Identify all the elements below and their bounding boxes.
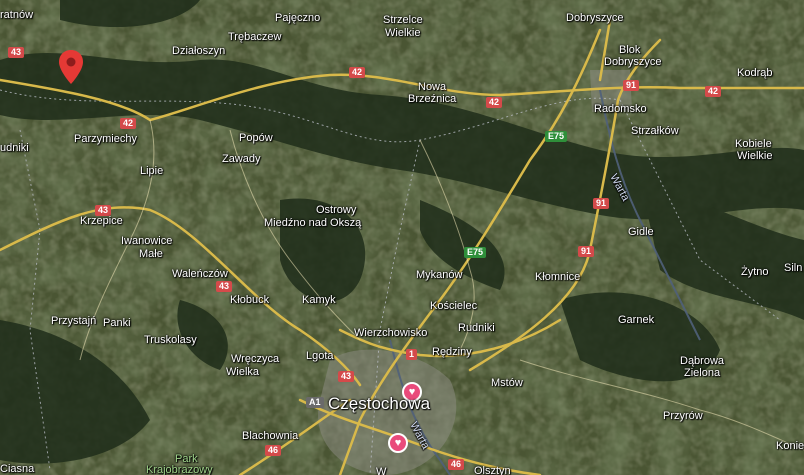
place-label[interactable]: Żytno <box>741 266 769 278</box>
place-label[interactable]: udniki <box>0 142 29 154</box>
road-shield-46: 46 <box>265 445 282 456</box>
road-shield-42: 42 <box>120 118 137 129</box>
place-label[interactable]: Rudniki <box>458 322 495 334</box>
place-label[interactable]: Lipie <box>140 165 163 177</box>
place-label[interactable]: Olsztyn <box>474 465 511 475</box>
place-label[interactable]: Mstów <box>491 377 523 389</box>
road-shield-42: 42 <box>486 97 503 108</box>
road-shield-42: 42 <box>349 67 366 78</box>
place-label[interactable]: Kodrąb <box>737 67 772 79</box>
road-shield-43: 43 <box>338 371 355 382</box>
road-shield-42: 42 <box>705 86 722 97</box>
place-label[interactable]: Wielkie <box>737 150 772 162</box>
place-label[interactable]: Konie <box>776 440 804 452</box>
place-label[interactable]: Krzepice <box>80 215 123 227</box>
place-label[interactable]: W <box>376 466 386 475</box>
place-label[interactable]: Radomsko <box>594 103 647 115</box>
place-label[interactable]: Trębaczew <box>228 31 281 43</box>
place-label[interactable]: Lgota <box>306 350 334 362</box>
place-label[interactable]: Zawady <box>222 153 261 165</box>
place-label[interactable]: Nowa <box>418 81 446 93</box>
place-label[interactable]: Wierzchowisko <box>354 327 427 339</box>
road-shield-1: 1 <box>406 349 418 360</box>
place-label[interactable]: Iwanowice <box>121 235 172 247</box>
place-label[interactable]: Przystajń <box>51 315 96 327</box>
place-label[interactable]: Kościelec <box>430 300 477 312</box>
road-shield-e75: E75 <box>545 131 568 142</box>
road-shield-91: 91 <box>623 80 640 91</box>
road-shield-43: 43 <box>216 281 233 292</box>
place-label[interactable]: Strzałków <box>631 125 679 137</box>
place-label[interactable]: Garnek <box>618 314 654 326</box>
place-label[interactable]: Ostrowy <box>316 204 356 216</box>
place-label[interactable]: Siln <box>784 262 802 274</box>
place-label[interactable]: Kamyk <box>302 294 336 306</box>
place-label[interactable]: Wielka <box>226 366 259 378</box>
place-label[interactable]: Strzelce <box>383 14 423 26</box>
place-label[interactable]: Pajęczno <box>275 12 320 24</box>
place-label[interactable]: Parzymiechy <box>74 133 137 145</box>
road-shield-e75: E75 <box>464 247 487 258</box>
road-shield-43: 43 <box>8 47 25 58</box>
place-label[interactable]: Wielkie <box>385 27 420 39</box>
road-shield-46: 46 <box>448 459 465 470</box>
place-label[interactable]: Ciasna <box>0 463 34 475</box>
place-label[interactable]: Dobryszyce <box>604 56 661 68</box>
place-label[interactable]: Małe <box>139 248 163 260</box>
place-label[interactable]: Działoszyn <box>172 45 225 57</box>
location-pin-icon[interactable] <box>59 50 83 84</box>
place-label[interactable]: Blachownia <box>242 430 298 442</box>
place-label[interactable]: Kłobuck <box>230 294 269 306</box>
place-label[interactable]: Rędziny <box>432 346 472 358</box>
place-label[interactable]: Zielona <box>684 367 720 379</box>
road-shield-a1: A1 <box>306 397 324 408</box>
satellite-map[interactable]: ♥ ♥ 43 42 42 42 91 42 E75 91 43 E75 91 4… <box>0 0 804 475</box>
place-label[interactable]: Dąbrowa <box>680 355 724 367</box>
place-label[interactable]: Dobryszyce <box>566 12 623 24</box>
place-label[interactable]: Brzeźnica <box>408 93 456 105</box>
place-label[interactable]: Kobiele <box>735 138 772 150</box>
city-label-czestochowa[interactable]: Częstochowa <box>328 395 430 413</box>
place-label[interactable]: Blok <box>619 44 640 56</box>
road-shield-91: 91 <box>593 198 610 209</box>
place-label[interactable]: ratnów <box>0 9 33 21</box>
place-label[interactable]: Miedźno nad Okszą <box>264 217 361 229</box>
place-label[interactable]: Waleńczów <box>172 268 228 280</box>
place-label[interactable]: Przyrów <box>663 410 703 422</box>
place-label[interactable]: Wręczyca <box>231 353 279 365</box>
road-shield-91: 91 <box>578 246 595 257</box>
heart-icon[interactable]: ♥ <box>388 433 408 453</box>
place-label[interactable]: Kłomnice <box>535 271 580 283</box>
place-label[interactable]: Gidle <box>628 226 654 238</box>
place-label[interactable]: Truskolasy <box>144 334 197 346</box>
place-label[interactable]: Popów <box>239 132 273 144</box>
place-label[interactable]: Mykanów <box>416 269 462 281</box>
park-label[interactable]: Krajobrazowy <box>146 464 213 475</box>
place-label[interactable]: Panki <box>103 317 131 329</box>
